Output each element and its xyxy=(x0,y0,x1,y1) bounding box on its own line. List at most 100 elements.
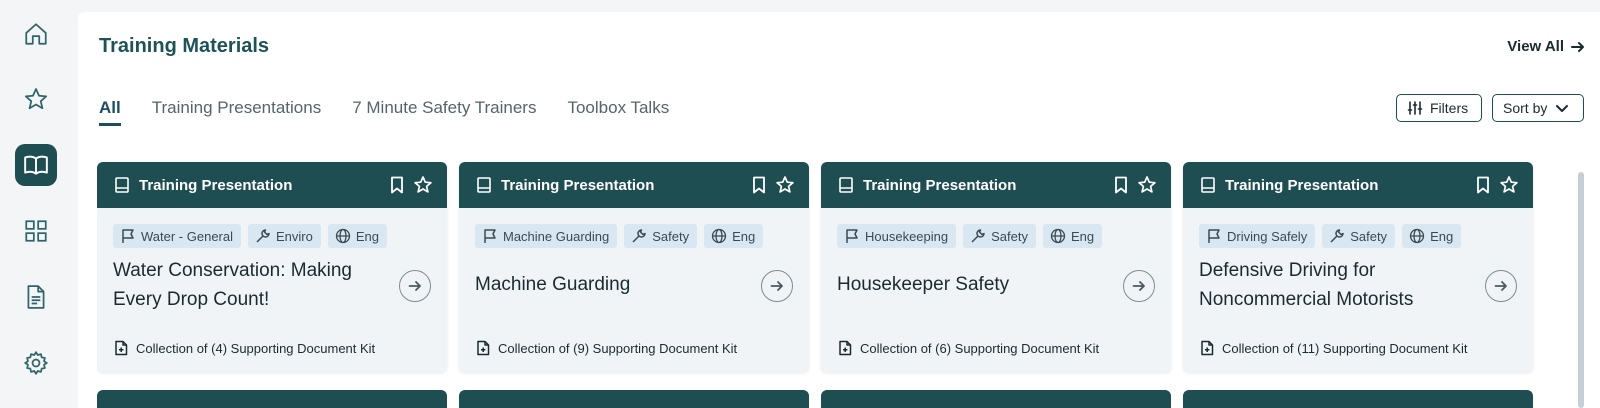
star-icon xyxy=(24,88,48,110)
tag-label: Eng xyxy=(355,228,379,244)
globe-icon xyxy=(1050,228,1066,244)
card-body: Machine Guarding xyxy=(459,248,809,320)
card-body: Housekeeper Safety xyxy=(821,248,1171,320)
tab-training-presentations[interactable]: Training Presentations xyxy=(152,98,321,126)
chevron-down-icon xyxy=(1556,105,1569,112)
arrow-right-icon xyxy=(1494,281,1507,291)
wrench-icon xyxy=(632,229,646,243)
arrow-right-icon xyxy=(408,281,421,291)
card-tags: Water - General Enviro Eng xyxy=(97,208,447,248)
tab-all[interactable]: All xyxy=(99,98,121,126)
bookmark-icon[interactable] xyxy=(1473,175,1493,195)
star-icon[interactable] xyxy=(1499,175,1519,195)
card-body: Water Conservation: Making Every Drop Co… xyxy=(97,248,447,320)
grid-icon xyxy=(25,220,47,242)
card-footer: Collection of (11) Supporting Document K… xyxy=(1199,340,1467,356)
open-card-button[interactable] xyxy=(761,270,793,302)
sidebar-item-favorites[interactable] xyxy=(15,78,57,120)
presentation-icon xyxy=(839,177,853,193)
card-header: Training Presentation xyxy=(1183,162,1533,208)
filters-label: Filters xyxy=(1430,100,1469,116)
supporting-kit-label: Collection of (6) Supporting Document Ki… xyxy=(860,340,1100,356)
category-tabs: All Training Presentations 7 Minute Safe… xyxy=(99,98,669,126)
document-plus-icon xyxy=(477,340,490,356)
topic-tag: Machine Guarding xyxy=(475,224,618,248)
sort-by-label: Sort by xyxy=(1503,100,1548,116)
arrow-right-icon xyxy=(1132,281,1145,291)
document-icon xyxy=(27,285,45,309)
cards-scrollbar[interactable] xyxy=(1578,172,1584,408)
sort-by-dropdown[interactable]: Sort by xyxy=(1492,94,1584,122)
bookmark-icon[interactable] xyxy=(1111,175,1131,195)
view-all-label: View All xyxy=(1507,38,1564,55)
flag-icon xyxy=(122,229,134,243)
star-icon[interactable] xyxy=(1137,175,1157,195)
globe-icon xyxy=(1409,228,1425,244)
tag-label: Safety xyxy=(652,228,690,244)
main-panel: Training Materials View All All Training… xyxy=(78,12,1600,408)
sidebar-item-settings[interactable] xyxy=(15,342,57,384)
training-card[interactable]: Training Presentation Housekeeping Safet… xyxy=(821,162,1171,372)
flag-icon xyxy=(1208,229,1220,243)
sidebar-item-training-materials[interactable] xyxy=(15,144,57,186)
star-icon[interactable] xyxy=(775,175,795,195)
view-all-link[interactable]: View All xyxy=(1507,38,1586,55)
star-icon[interactable] xyxy=(413,175,433,195)
presentation-icon xyxy=(115,177,129,193)
training-card-partial[interactable] xyxy=(1183,390,1533,408)
training-card-partial[interactable] xyxy=(459,390,809,408)
bookmark-icon[interactable] xyxy=(387,175,407,195)
wrench-icon xyxy=(1330,229,1344,243)
supporting-kit-label: Collection of (9) Supporting Document Ki… xyxy=(498,340,738,356)
training-card[interactable]: Training Presentation Machine Guarding S… xyxy=(459,162,809,372)
training-card[interactable]: Training Presentation Driving Safely Saf… xyxy=(1183,162,1533,372)
card-footer: Collection of (6) Supporting Document Ki… xyxy=(837,340,1099,356)
bookmark-icon[interactable] xyxy=(749,175,769,195)
card-header: Training Presentation xyxy=(821,162,1171,208)
globe-icon xyxy=(711,228,727,244)
card-body: Defensive Driving for Noncommercial Moto… xyxy=(1183,248,1533,320)
sidebar-item-documents[interactable] xyxy=(15,276,57,318)
home-icon xyxy=(25,23,47,45)
tag-label: Enviro xyxy=(276,228,313,244)
card-title[interactable]: Housekeeper Safety xyxy=(837,270,1097,299)
training-card[interactable]: Training Presentation Water - General En… xyxy=(97,162,447,372)
flag-icon xyxy=(846,229,858,243)
language-tag: Eng xyxy=(1042,224,1103,248)
training-card-partial[interactable] xyxy=(97,390,447,408)
sidebar-item-home[interactable] xyxy=(15,13,57,55)
open-card-button[interactable] xyxy=(1485,270,1517,302)
tag-label: Eng xyxy=(1070,228,1095,244)
sliders-icon xyxy=(1407,101,1423,115)
supporting-kit-label: Collection of (11) Supporting Document K… xyxy=(1222,340,1468,356)
card-title[interactable]: Defensive Driving for Noncommercial Moto… xyxy=(1199,256,1459,314)
card-tags: Housekeeping Safety Eng xyxy=(821,208,1171,248)
card-title[interactable]: Water Conservation: Making Every Drop Co… xyxy=(113,256,373,314)
presentation-icon xyxy=(1201,177,1215,193)
category-tag: Safety xyxy=(624,224,698,248)
sidebar-item-dashboard[interactable] xyxy=(15,210,57,252)
filters-button[interactable]: Filters xyxy=(1396,94,1482,122)
globe-icon xyxy=(335,228,351,244)
sidebar xyxy=(0,0,72,408)
presentation-icon xyxy=(477,177,491,193)
tag-label: Water - General xyxy=(141,228,233,244)
tab-7-minute-safety-trainers[interactable]: 7 Minute Safety Trainers xyxy=(352,98,536,126)
card-type: Training Presentation xyxy=(139,176,293,194)
supporting-kit-label: Collection of (4) Supporting Document Ki… xyxy=(136,340,376,356)
card-type: Training Presentation xyxy=(863,176,1017,194)
tag-label: Safety xyxy=(991,228,1028,244)
tag-label: Eng xyxy=(1430,228,1454,244)
document-plus-icon xyxy=(839,340,852,356)
category-tag: Safety xyxy=(963,224,1036,248)
training-card-partial[interactable] xyxy=(821,390,1171,408)
open-card-button[interactable] xyxy=(399,270,431,302)
topic-tag: Water - General xyxy=(113,224,241,248)
card-title[interactable]: Machine Guarding xyxy=(475,270,735,299)
open-card-button[interactable] xyxy=(1123,270,1155,302)
arrow-right-icon xyxy=(1571,41,1584,52)
language-tag: Eng xyxy=(327,224,387,248)
tag-label: Machine Guarding xyxy=(503,228,610,244)
tab-toolbox-talks[interactable]: Toolbox Talks xyxy=(567,98,669,126)
card-tags: Driving Safely Safety Eng xyxy=(1183,208,1533,248)
